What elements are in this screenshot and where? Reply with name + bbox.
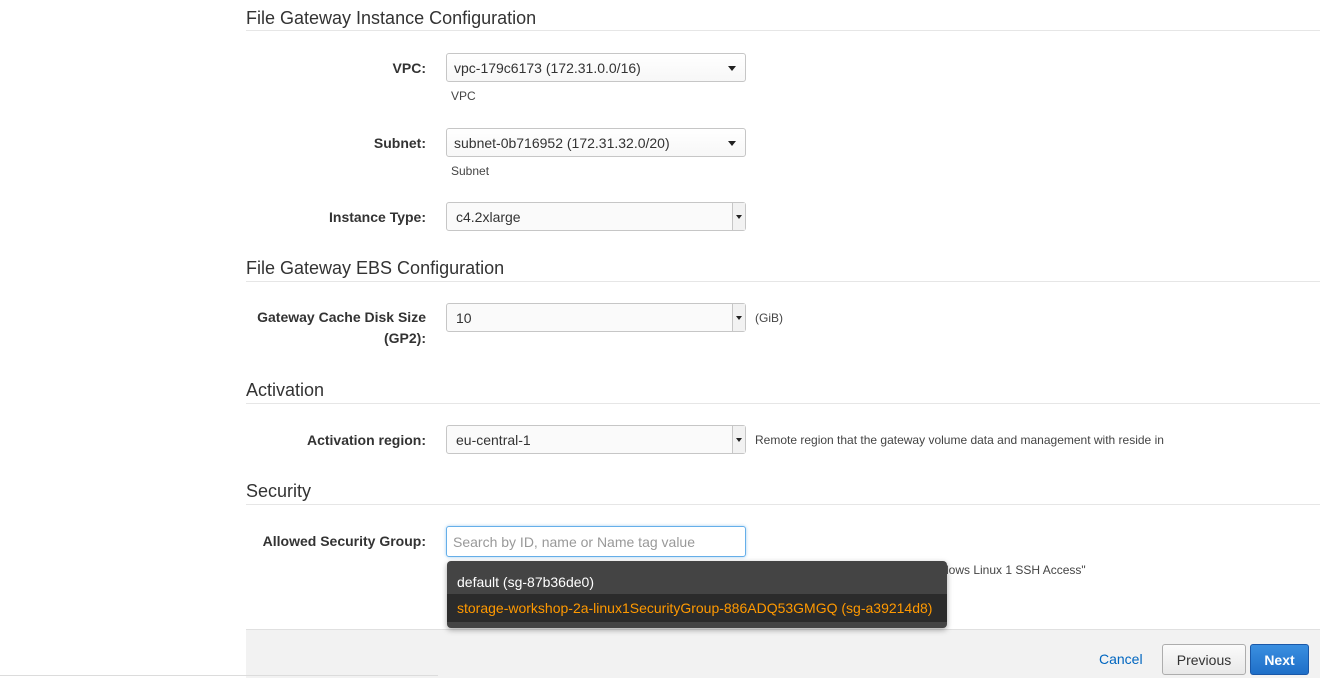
section-divider [246,30,1320,31]
security-group-hint: lows Linux 1 SSH Access" [946,563,1086,577]
subnet-label: Subnet: [373,135,426,151]
vpc-select[interactable]: vpc-179c6173 (172.31.0.0/16) [446,53,746,82]
select-arrow-icon [732,203,745,230]
previous-button[interactable]: Previous [1162,644,1246,675]
instance-type-value: c4.2xlarge [456,208,521,225]
divider [0,675,438,676]
chevron-down-icon [728,66,736,71]
dropdown-option-highlighted[interactable]: storage-workshop-2a-linux1SecurityGroup-… [447,594,947,622]
cache-disk-unit: (GiB) [755,311,783,325]
subnet-value: subnet-0b716952 (172.31.32.0/20) [454,134,670,151]
section-divider [246,281,1320,282]
activation-region-hint: Remote region that the gateway volume da… [755,433,1164,447]
section-divider [246,403,1320,404]
security-group-label: Allowed Security Group: [262,533,426,549]
cache-disk-select[interactable]: 10 [446,303,746,332]
subnet-select[interactable]: subnet-0b716952 (172.31.32.0/20) [446,128,746,157]
instance-type-label: Instance Type: [329,209,426,225]
page: File Gateway Instance Configuration VPC:… [0,0,1320,678]
instance-type-select[interactable]: c4.2xlarge [446,202,746,231]
select-arrow-icon [732,426,745,453]
vpc-hint: VPC [451,89,476,103]
cancel-button[interactable]: Cancel [1099,651,1143,667]
section-title-ebs: File Gateway EBS Configuration [246,258,505,278]
security-group-search-input[interactable] [446,526,746,557]
section-divider [246,504,1320,505]
activation-region-value: eu-central-1 [456,431,531,448]
section-title-security: Security [246,481,312,501]
next-button[interactable]: Next [1250,644,1309,675]
activation-region-label: Activation region: [306,432,426,448]
chevron-down-icon [728,141,736,146]
subnet-hint: Subnet [451,164,490,178]
dropdown-option[interactable]: default (sg-87b36de0) [447,568,947,596]
wizard-footer [246,629,1320,678]
vpc-label: VPC: [392,60,426,76]
cache-disk-label: Gateway Cache Disk Size (GP2): [257,309,426,346]
activation-region-select[interactable]: eu-central-1 [446,425,746,454]
section-title-activation: Activation [246,380,325,400]
security-group-dropdown: default (sg-87b36de0) storage-workshop-2… [447,561,947,628]
vpc-value: vpc-179c6173 (172.31.0.0/16) [454,59,641,76]
select-arrow-icon [732,304,745,331]
cache-disk-value: 10 [456,309,472,326]
section-title-instance: File Gateway Instance Configuration [246,8,537,28]
